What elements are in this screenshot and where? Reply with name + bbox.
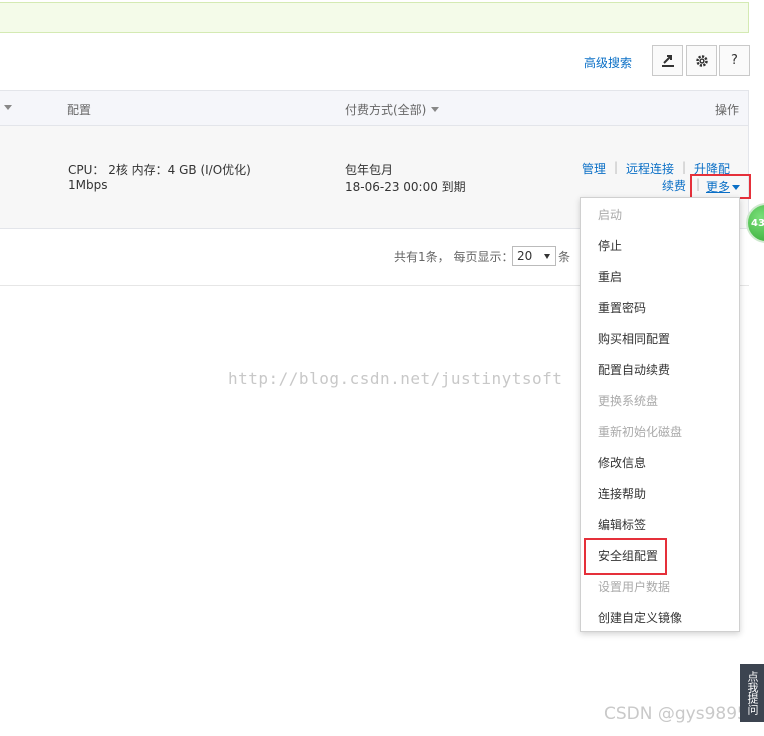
billing-type: 包年包月 xyxy=(345,163,394,177)
csdn-watermark: CSDN @gys9895 xyxy=(604,704,748,724)
billing-filter-caret-icon[interactable] xyxy=(431,107,439,112)
billing-expiry: 18-06-23 00:00 到期 xyxy=(345,180,466,194)
table-header: 配置 付费方式(全部) 操作 xyxy=(0,90,749,126)
renew-link[interactable]: 续费 xyxy=(662,177,686,194)
export-button[interactable] xyxy=(652,45,683,76)
select-caret-icon[interactable] xyxy=(544,254,550,259)
config-cpu-mem: CPU： 2核 内存：4 GB (I/O优化) xyxy=(68,163,251,177)
menu-item: 设置用户数据 xyxy=(598,580,671,594)
manage-link[interactable]: 管理 xyxy=(582,160,606,177)
action-separator: | xyxy=(682,160,687,174)
remote-connect-link[interactable]: 远程连接 xyxy=(626,160,674,177)
menu-item[interactable]: 编辑标签 xyxy=(598,516,646,533)
menu-item[interactable]: 购买相同配置 xyxy=(598,330,670,347)
help-button[interactable]: ? xyxy=(719,45,750,76)
advanced-search-link[interactable]: 高级搜索 xyxy=(584,54,632,71)
menu-item: 更换系统盘 xyxy=(598,394,659,408)
pagination-unit: 条 xyxy=(558,250,571,264)
header-config: 配置 xyxy=(67,103,92,117)
pagination-summary: 共有1条， 每页显示： xyxy=(394,250,514,264)
menu-item[interactable]: 停止 xyxy=(598,237,622,254)
sort-caret-icon[interactable] xyxy=(4,105,12,110)
menu-item[interactable]: 配置自动续费 xyxy=(598,361,670,378)
menu-item: 启动 xyxy=(598,208,623,222)
menu-item: 重新初始化磁盘 xyxy=(598,425,683,439)
export-icon xyxy=(661,54,674,67)
header-billing-filter[interactable]: 付费方式(全部) xyxy=(345,101,426,118)
menu-item[interactable]: 重启 xyxy=(598,268,622,285)
page-size-value: 20 xyxy=(517,249,533,263)
ask-question-tab[interactable]: 点我提问 xyxy=(740,664,764,722)
watermark: http://blog.csdn.net/justinytsoft xyxy=(228,369,563,388)
settings-button[interactable] xyxy=(686,45,717,76)
gear-icon xyxy=(695,54,708,67)
more-highlight-box xyxy=(690,174,751,199)
security-group-highlight-box xyxy=(584,538,667,575)
menu-item[interactable]: 创建自定义镜像 xyxy=(598,609,682,626)
menu-item[interactable]: 连接帮助 xyxy=(598,485,646,502)
header-ops: 操作 xyxy=(715,103,740,117)
menu-item[interactable]: 重置密码 xyxy=(598,299,646,316)
action-separator: | xyxy=(614,160,619,174)
config-bandwidth: 1Mbps xyxy=(68,178,108,192)
notice-bar xyxy=(0,2,749,33)
menu-item[interactable]: 修改信息 xyxy=(598,454,646,471)
